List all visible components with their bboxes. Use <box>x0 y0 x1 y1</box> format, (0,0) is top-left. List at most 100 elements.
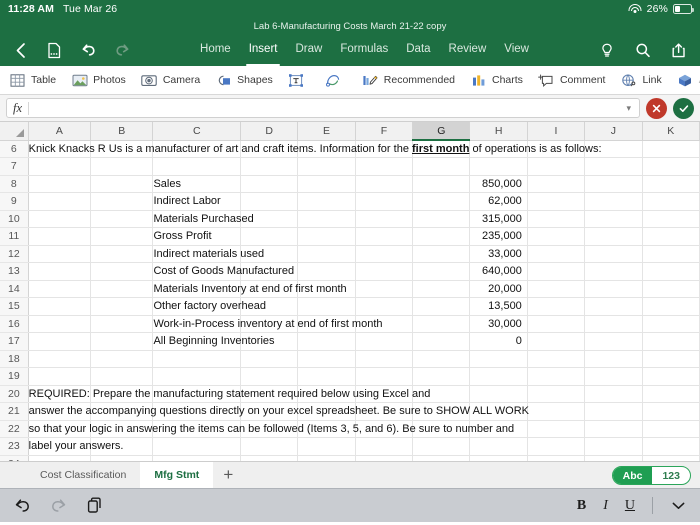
undo-icon[interactable] <box>13 497 31 514</box>
grid-cell-F13[interactable] <box>355 262 414 281</box>
grid-cell-H18[interactable] <box>469 350 528 368</box>
grid-cell-B17[interactable] <box>90 332 154 351</box>
grid-cell-A20[interactable]: REQUIRED: Prepare the manufacturing stat… <box>28 385 430 403</box>
grid-cell-E9[interactable] <box>297 192 356 211</box>
grid-cell-H23[interactable] <box>469 437 528 456</box>
ribbon-item-photos[interactable]: Photos <box>71 72 134 89</box>
column-header-a[interactable]: A <box>28 122 92 141</box>
column-header-j[interactable]: J <box>584 122 643 141</box>
grid-cell-B15[interactable] <box>90 297 154 316</box>
grid-cell-G18[interactable] <box>412 350 471 368</box>
ribbon-item-link[interactable]: Link <box>620 72 669 89</box>
grid-cell-A12[interactable] <box>28 245 92 263</box>
grid-cell-E19[interactable] <box>297 367 356 386</box>
grid-cell-I18[interactable] <box>527 350 586 368</box>
grid-cell-E18[interactable] <box>297 350 356 368</box>
grid-cell-J16[interactable] <box>584 315 643 333</box>
grid-cell-E15[interactable] <box>297 297 356 316</box>
grid-cell-G13[interactable] <box>412 262 471 281</box>
grid-cell-A13[interactable] <box>28 262 92 281</box>
grid-cell-G7[interactable] <box>412 157 471 176</box>
row-header-13[interactable]: 13 <box>0 262 29 281</box>
row-header-7[interactable]: 7 <box>0 157 29 176</box>
grid-cell-H19[interactable] <box>469 367 528 386</box>
tab-data[interactable]: Data <box>397 34 439 66</box>
grid-cell-G11[interactable] <box>412 227 471 246</box>
grid-cell-C7[interactable] <box>152 157 242 176</box>
grid-cell-A7[interactable] <box>28 157 92 176</box>
column-header-c[interactable]: C <box>152 122 242 141</box>
redo-icon[interactable] <box>112 40 132 61</box>
bold-button[interactable]: B <box>577 498 586 514</box>
grid-cell-E7[interactable] <box>297 157 356 176</box>
grid-cell-G19[interactable] <box>412 367 471 386</box>
grid-cell-K21[interactable] <box>642 402 700 421</box>
grid-cell-C10[interactable]: Materials Purchased <box>152 210 254 228</box>
row-header-23[interactable]: 23 <box>0 437 29 456</box>
lightbulb-icon[interactable] <box>597 40 617 61</box>
tab-view[interactable]: View <box>495 34 538 66</box>
ribbon-item-shapes[interactable]: Shapes <box>215 72 281 89</box>
column-header-h[interactable]: H <box>469 122 528 141</box>
grid-cell-H7[interactable] <box>469 157 528 176</box>
grid-cell-F23[interactable] <box>355 437 414 456</box>
grid-cell-B11[interactable] <box>90 227 154 246</box>
grid-cell-B18[interactable] <box>90 350 154 368</box>
grid-cell-K13[interactable] <box>642 262 700 281</box>
grid-cell-H9[interactable]: 62,000 <box>469 192 528 211</box>
grid-cell-B14[interactable] <box>90 280 154 298</box>
grid-cell-K11[interactable] <box>642 227 700 246</box>
grid-cell-G16[interactable] <box>412 315 471 333</box>
toggle-option-123[interactable]: 123 <box>652 467 690 484</box>
column-header-d[interactable]: D <box>240 122 299 141</box>
grid-cell-B10[interactable] <box>90 210 154 228</box>
grid-cell-C14[interactable]: Materials Inventory at end of first mont… <box>152 280 347 298</box>
grid-cell-A23[interactable]: label your answers. <box>28 437 123 456</box>
grid-cell-H10[interactable]: 315,000 <box>469 210 528 228</box>
copy-icon[interactable] <box>87 497 103 514</box>
row-header-6[interactable]: 6 <box>0 140 29 158</box>
grid-cell-K6[interactable] <box>642 140 700 158</box>
grid-cell-I21[interactable] <box>527 402 586 421</box>
row-header-21[interactable]: 21 <box>0 402 29 421</box>
tab-review[interactable]: Review <box>440 34 496 66</box>
grid-cell-I7[interactable] <box>527 157 586 176</box>
grid-cell-C13[interactable]: Cost of Goods Manufactured <box>152 262 294 281</box>
grid-cell-K23[interactable] <box>642 437 700 456</box>
grid-cell-A11[interactable] <box>28 227 92 246</box>
grid-cell-J8[interactable] <box>584 175 643 193</box>
grid-cell-D18[interactable] <box>240 350 299 368</box>
column-header-e[interactable]: E <box>297 122 356 141</box>
grid-cell-H17[interactable]: 0 <box>469 332 528 351</box>
grid-cell-K18[interactable] <box>642 350 700 368</box>
grid-cell-E12[interactable] <box>297 245 356 263</box>
undo-icon[interactable] <box>78 40 98 61</box>
grid-cell-I19[interactable] <box>527 367 586 386</box>
grid-cell-F17[interactable] <box>355 332 414 351</box>
row-header-8[interactable]: 8 <box>0 175 29 193</box>
row-header-19[interactable]: 19 <box>0 367 29 386</box>
cancel-icon[interactable] <box>646 97 667 119</box>
grid-cell-E17[interactable] <box>297 332 356 351</box>
grid-cell-E8[interactable] <box>297 175 356 193</box>
grid-cell-I13[interactable] <box>527 262 586 281</box>
grid-cell-B13[interactable] <box>90 262 154 281</box>
grid-cell-K10[interactable] <box>642 210 700 228</box>
grid-cell-K19[interactable] <box>642 367 700 386</box>
grid-cell-C8[interactable]: Sales <box>152 175 242 193</box>
grid-cell-I22[interactable] <box>527 420 586 438</box>
row-header-22[interactable]: 22 <box>0 420 29 438</box>
grid-cell-J20[interactable] <box>584 385 643 403</box>
grid-cell-J17[interactable] <box>584 332 643 351</box>
grid-cell-E23[interactable] <box>297 437 356 456</box>
chevron-down-icon[interactable]: ▾ <box>626 103 633 114</box>
grid-cell-J19[interactable] <box>584 367 643 386</box>
grid-cell-C11[interactable]: Gross Profit <box>152 227 242 246</box>
grid-cell-J22[interactable] <box>584 420 643 438</box>
grid-cell-H13[interactable]: 640,000 <box>469 262 528 281</box>
confirm-icon[interactable] <box>673 97 694 119</box>
grid-cell-H16[interactable]: 30,000 <box>469 315 528 333</box>
grid-cell-B19[interactable] <box>90 367 154 386</box>
grid-cell-C19[interactable] <box>152 367 242 386</box>
select-all-corner[interactable] <box>0 122 29 141</box>
